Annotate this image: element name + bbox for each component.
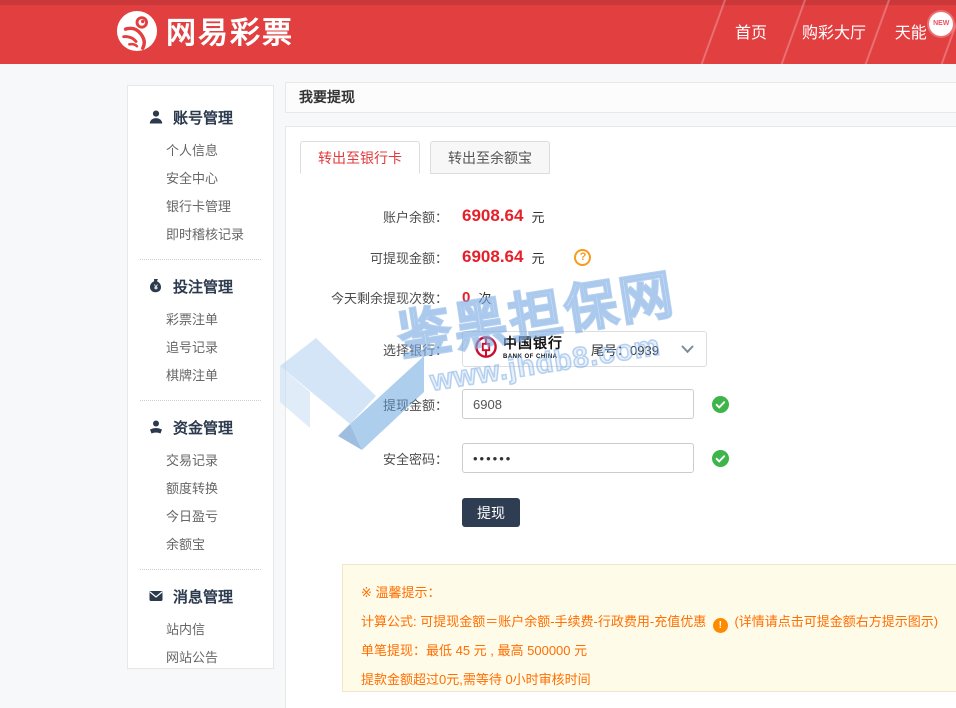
notice-line-limits: 单笔提现：最低 45 元 , 最高 500000 元 [361, 636, 956, 665]
sidebar-items-betting: 彩票注单 追号记录 棋牌注单 [128, 306, 273, 390]
sidebar-item-inbox[interactable]: 站内信 [128, 616, 273, 644]
bank-name-block: 中国银行 BANK OF CHINA [503, 338, 563, 360]
remaining-times-unit: 次 [478, 288, 491, 307]
bank-row: 选择银行： 中国银行 BANK OF CHINA 尾号：0939 [286, 331, 707, 367]
tab-to-yuebao[interactable]: 转出至余额宝 [430, 141, 550, 174]
withdrawable-label: 可提现金额： [286, 248, 448, 267]
notice-title: ※ 温馨提示： [361, 578, 956, 607]
bank-select[interactable]: 中国银行 BANK OF CHINA 尾号：0939 [462, 331, 707, 367]
password-row: 安全密码： [286, 443, 729, 473]
sidebar-section-funds[interactable]: 资金管理 [128, 416, 273, 438]
withdrawable-row: 可提现金额： 6908.64 元 ? [286, 247, 591, 267]
funds-icon [148, 419, 164, 435]
page-title-bar: 我要提现 [285, 82, 956, 113]
bank-label: 选择银行： [286, 340, 448, 359]
nav-separator [698, 0, 728, 64]
bank-card-tail: 尾号：0939 [591, 340, 659, 359]
chevron-down-icon [681, 345, 694, 354]
new-badge: NEW [929, 12, 953, 36]
remaining-times-value: 0 [462, 289, 470, 306]
sidebar-item-site-announcements[interactable]: 网站公告 [128, 644, 273, 672]
bank-name-en: BANK OF CHINA [503, 354, 563, 360]
sidebar-item-audit-records[interactable]: 即时稽核记录 [128, 221, 273, 249]
notice-line-formula: 计算公式: 可提现金额＝账户余额-手续费-行政费用-充值优惠 ! (详情请点击可… [361, 607, 956, 636]
page-title: 我要提现 [299, 89, 355, 105]
valid-check-icon [712, 396, 729, 413]
balance-value: 6908.64 [462, 206, 523, 226]
remaining-times-label: 今天剩余提现次数： [286, 288, 448, 307]
nav-item-tianneng[interactable]: 天能 NEW [890, 0, 936, 64]
sidebar-items-funds: 交易记录 额度转换 今日盈亏 余额宝 [128, 447, 273, 559]
password-label: 安全密码： [286, 449, 448, 468]
sidebar-item-today-pnl[interactable]: 今日盈亏 [128, 503, 273, 531]
balance-label: 账户余额： [286, 207, 448, 226]
bank-of-china-logo-icon [475, 336, 497, 363]
sidebar-item-security-center[interactable]: 安全中心 [128, 165, 273, 193]
remaining-times-row: 今天剩余提现次数： 0 次 [286, 288, 491, 307]
sidebar-items-account: 个人信息 安全中心 银行卡管理 即时稽核记录 [128, 137, 273, 249]
sidebar: 账号管理 个人信息 安全中心 银行卡管理 即时稽核记录 ¥ 投注管理 彩票注单 … [127, 85, 274, 669]
sidebar-item-lottery-orders[interactable]: 彩票注单 [128, 306, 273, 334]
bank-identity: 中国银行 BANK OF CHINA [475, 336, 563, 363]
help-icon[interactable]: ? [574, 249, 591, 266]
withdraw-amount-input[interactable] [462, 389, 694, 419]
sidebar-item-quota-transfer[interactable]: 额度转换 [128, 475, 273, 503]
withdrawable-value: 6908.64 [462, 247, 523, 267]
alert-icon[interactable]: ! [713, 618, 728, 633]
sidebar-divider [140, 400, 261, 401]
sidebar-divider [140, 569, 261, 570]
user-icon [148, 109, 164, 125]
security-password-input[interactable] [462, 443, 694, 473]
sidebar-item-transactions[interactable]: 交易记录 [128, 447, 273, 475]
bank-name-cn: 中国银行 [503, 338, 563, 352]
sidebar-item-yuebao[interactable]: 余额宝 [128, 531, 273, 559]
sidebar-item-board-orders[interactable]: 棋牌注单 [128, 362, 273, 390]
balance-unit: 元 [531, 207, 544, 226]
amount-row: 提现金额： [286, 389, 729, 419]
sidebar-item-bank-card[interactable]: 银行卡管理 [128, 193, 273, 221]
brand-title: 网易彩票 [166, 12, 294, 56]
tab-bar: 转出至银行卡 转出至余额宝 [300, 141, 550, 174]
withdraw-button[interactable]: 提现 [462, 498, 520, 527]
sidebar-items-messages: 站内信 网站公告 [128, 616, 273, 672]
withdrawable-unit: 元 [531, 248, 544, 267]
brand-home-link[interactable]: 网易彩票 [116, 10, 294, 57]
sidebar-item-personal-info[interactable]: 个人信息 [128, 137, 273, 165]
balance-row: 账户余额： 6908.64 元 [286, 206, 544, 226]
notice-line-review: 提款金额超过0元,需等待 0小时审核时间 [361, 665, 956, 694]
nav-item-lottery-hall[interactable]: 购彩大厅 [796, 0, 872, 64]
moneybag-icon: ¥ [148, 278, 164, 294]
page: 网易彩票 首页 购彩大厅 天能 NEW 账号管理 个人信息 安全中心 银行卡管理… [0, 0, 956, 708]
amount-label: 提现金额： [286, 395, 448, 414]
svg-text:¥: ¥ [154, 285, 158, 292]
sidebar-divider [140, 259, 261, 260]
sidebar-section-account[interactable]: 账号管理 [128, 106, 273, 128]
sidebar-section-betting[interactable]: ¥ 投注管理 [128, 275, 273, 297]
sidebar-item-chase-records[interactable]: 追号记录 [128, 334, 273, 362]
valid-check-icon [712, 450, 729, 467]
netease-lottery-logo-icon [116, 10, 158, 57]
nav-item-home[interactable]: 首页 [726, 0, 776, 64]
mail-icon [148, 588, 164, 604]
notice-box: ※ 温馨提示： 计算公式: 可提现金额＝账户余额-手续费-行政费用-充值优惠 !… [342, 564, 956, 692]
content-panel: 转出至银行卡 转出至余额宝 账户余额： 6908.64 元 可提现金额： 690… [285, 126, 956, 708]
sidebar-section-messages[interactable]: 消息管理 [128, 585, 273, 607]
header: 网易彩票 首页 购彩大厅 天能 NEW [0, 0, 956, 64]
tab-to-bank-card[interactable]: 转出至银行卡 [300, 141, 420, 174]
